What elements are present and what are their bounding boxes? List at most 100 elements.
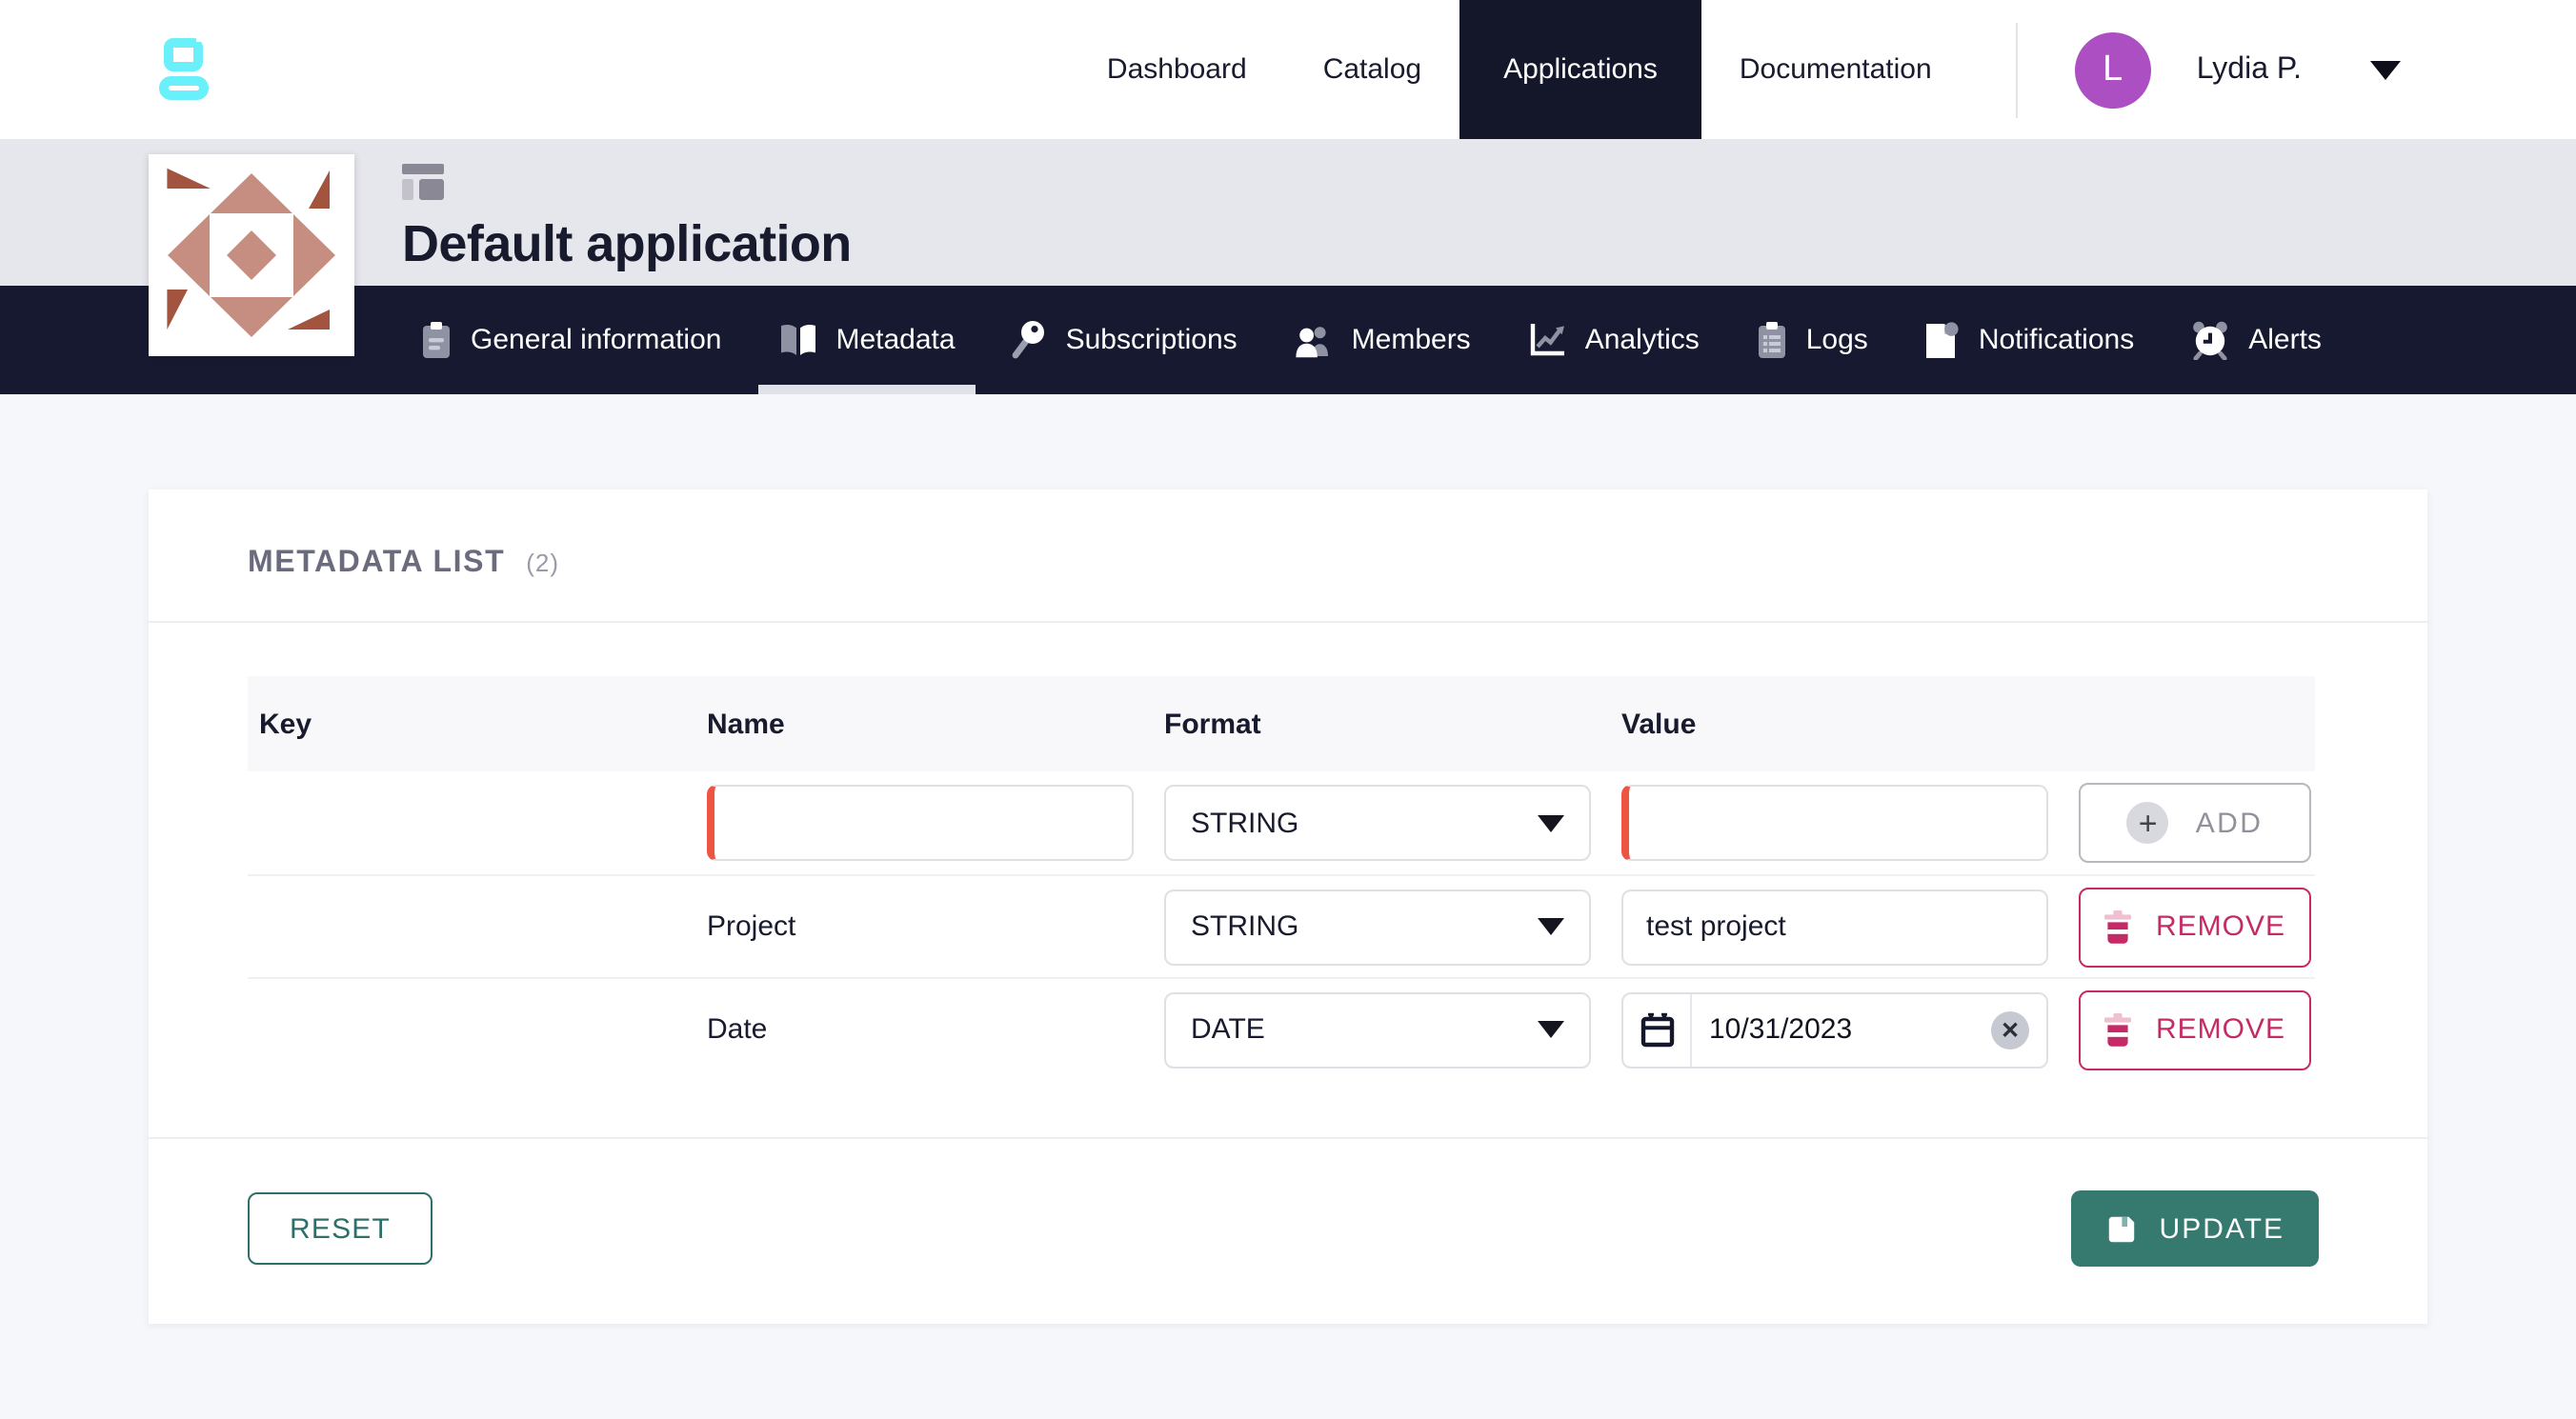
metadata-table: Key Name Format Value STRING — [248, 676, 2315, 1080]
alarm-clock-icon — [2191, 320, 2229, 360]
tab-members[interactable]: Members — [1266, 286, 1499, 394]
tab-notifications[interactable]: Notifications — [1897, 286, 2163, 394]
calendar-button[interactable] — [1623, 993, 1692, 1066]
format-cell: STRING — [1153, 889, 1610, 965]
chevron-down-icon[interactable] — [2370, 60, 2401, 79]
brand-logo[interactable] — [156, 34, 211, 105]
column-header-value: Value — [1610, 708, 2067, 740]
add-button-label: ADD — [2196, 807, 2264, 839]
format-cell: STRING — [1153, 785, 1610, 861]
clear-date-button[interactable]: ✕ — [1991, 1010, 2029, 1049]
remove-metadata-button[interactable]: REMOVE — [2079, 989, 2311, 1069]
date-picker-field: ✕ — [1621, 991, 2048, 1068]
main-content: METADATA LIST (2) Key Name Format Value — [0, 394, 2576, 1419]
new-name-input[interactable] — [707, 785, 1134, 861]
gravitee-logo-icon — [156, 34, 211, 105]
actions-cell: + ADD — [2067, 783, 2315, 863]
format-cell: DATE — [1153, 991, 1610, 1068]
update-button[interactable]: UPDATE — [2072, 1190, 2319, 1267]
tab-logs[interactable]: Logs — [1728, 286, 1897, 394]
page: Dashboard Catalog Applications Documenta… — [0, 0, 2576, 1419]
tab-label: Notifications — [1979, 324, 2134, 356]
open-book-icon — [778, 322, 816, 358]
line-chart-icon — [1528, 322, 1566, 358]
metadata-row-date: Date DATE — [248, 977, 2315, 1080]
update-button-label: UPDATE — [2160, 1212, 2284, 1245]
selected-format: DATE — [1191, 1013, 1265, 1046]
tab-label: Metadata — [835, 324, 955, 356]
tab-alerts[interactable]: Alerts — [2163, 286, 2350, 394]
save-icon — [2106, 1212, 2139, 1245]
value-cell — [1610, 785, 2067, 861]
table-header-row: Key Name Format Value — [248, 676, 2315, 771]
application-identicon — [149, 154, 354, 356]
card-header: METADATA LIST (2) — [149, 490, 2427, 623]
add-metadata-button[interactable]: + ADD — [2079, 783, 2311, 863]
chevron-down-icon — [1538, 1021, 1564, 1038]
clipboard-icon — [421, 321, 452, 359]
format-select[interactable]: STRING — [1164, 889, 1591, 965]
actions-cell: REMOVE — [2067, 989, 2315, 1069]
remove-metadata-button[interactable]: REMOVE — [2079, 887, 2311, 967]
new-value-input[interactable] — [1621, 785, 2048, 861]
nav-item-dashboard[interactable]: Dashboard — [1069, 0, 1285, 139]
value-cell — [1610, 889, 2067, 965]
date-input[interactable] — [1692, 1013, 1991, 1046]
tab-subscriptions[interactable]: Subscriptions — [984, 286, 1266, 394]
column-header-key: Key — [248, 708, 695, 740]
section-title: METADATA LIST — [248, 547, 505, 581]
actions-cell: REMOVE — [2067, 887, 2315, 967]
metadata-row-project: Project STRING — [248, 874, 2315, 977]
new-format-select[interactable]: STRING — [1164, 785, 1591, 861]
column-header-format: Format — [1153, 708, 1610, 740]
key-icon — [1013, 320, 1047, 360]
new-metadata-row: STRING + ADD — [248, 771, 2315, 874]
tab-label: General information — [471, 324, 721, 356]
name-cell — [695, 785, 1153, 861]
metadata-card: METADATA LIST (2) Key Name Format Value — [149, 490, 2427, 1324]
metadata-count-badge: (2) — [526, 549, 559, 577]
nav-divider — [2016, 22, 2018, 117]
calendar-icon — [1638, 1010, 1676, 1049]
application-type-icon — [402, 164, 446, 200]
chevron-down-icon — [1538, 814, 1564, 831]
name-cell: Date — [695, 1013, 1153, 1046]
nav-item-documentation[interactable]: Documentation — [1701, 0, 1970, 139]
application-avatar — [149, 154, 354, 356]
format-select[interactable]: DATE — [1164, 991, 1591, 1068]
tab-label: Members — [1352, 324, 1471, 356]
nav-item-catalog[interactable]: Catalog — [1285, 0, 1459, 139]
user-name: Lydia P. — [2197, 52, 2302, 87]
tab-label: Logs — [1806, 324, 1868, 356]
reset-button[interactable]: RESET — [248, 1192, 433, 1265]
value-input[interactable] — [1621, 889, 2048, 965]
card-footer: RESET UPDATE — [149, 1139, 2427, 1324]
plus-icon: + — [2127, 802, 2169, 844]
value-cell: ✕ — [1610, 991, 2067, 1068]
tab-label: Analytics — [1585, 324, 1700, 356]
list-clipboard-icon — [1757, 321, 1787, 359]
tab-label: Alerts — [2248, 324, 2322, 356]
people-icon — [1295, 323, 1333, 357]
user-avatar[interactable]: L — [2075, 31, 2151, 108]
remove-button-label: REMOVE — [2156, 1013, 2285, 1046]
user-menu[interactable]: L Lydia P. — [2075, 31, 2401, 108]
tab-analytics[interactable]: Analytics — [1499, 286, 1728, 394]
tab-metadata[interactable]: Metadata — [750, 286, 983, 394]
remove-button-label: REMOVE — [2156, 910, 2285, 943]
trash-icon — [2104, 909, 2133, 944]
name-cell: Project — [695, 910, 1153, 943]
nav-item-applications[interactable]: Applications — [1459, 0, 1701, 139]
selected-format: STRING — [1191, 807, 1298, 839]
application-tabs: General information Metadata Subscriptio… — [0, 286, 2576, 394]
page-dot-icon — [1925, 321, 1960, 359]
topnav-items: Dashboard Catalog Applications Documenta… — [1069, 0, 2576, 139]
tab-general-information[interactable]: General information — [392, 286, 750, 394]
application-header: Default application — [0, 139, 2576, 286]
trash-icon — [2104, 1012, 2133, 1047]
tab-label: Subscriptions — [1066, 324, 1238, 356]
page-title: Default application — [402, 215, 2576, 274]
top-navigation-bar: Dashboard Catalog Applications Documenta… — [0, 0, 2576, 139]
selected-format: STRING — [1191, 910, 1298, 943]
title-block: Default application — [402, 139, 2576, 274]
